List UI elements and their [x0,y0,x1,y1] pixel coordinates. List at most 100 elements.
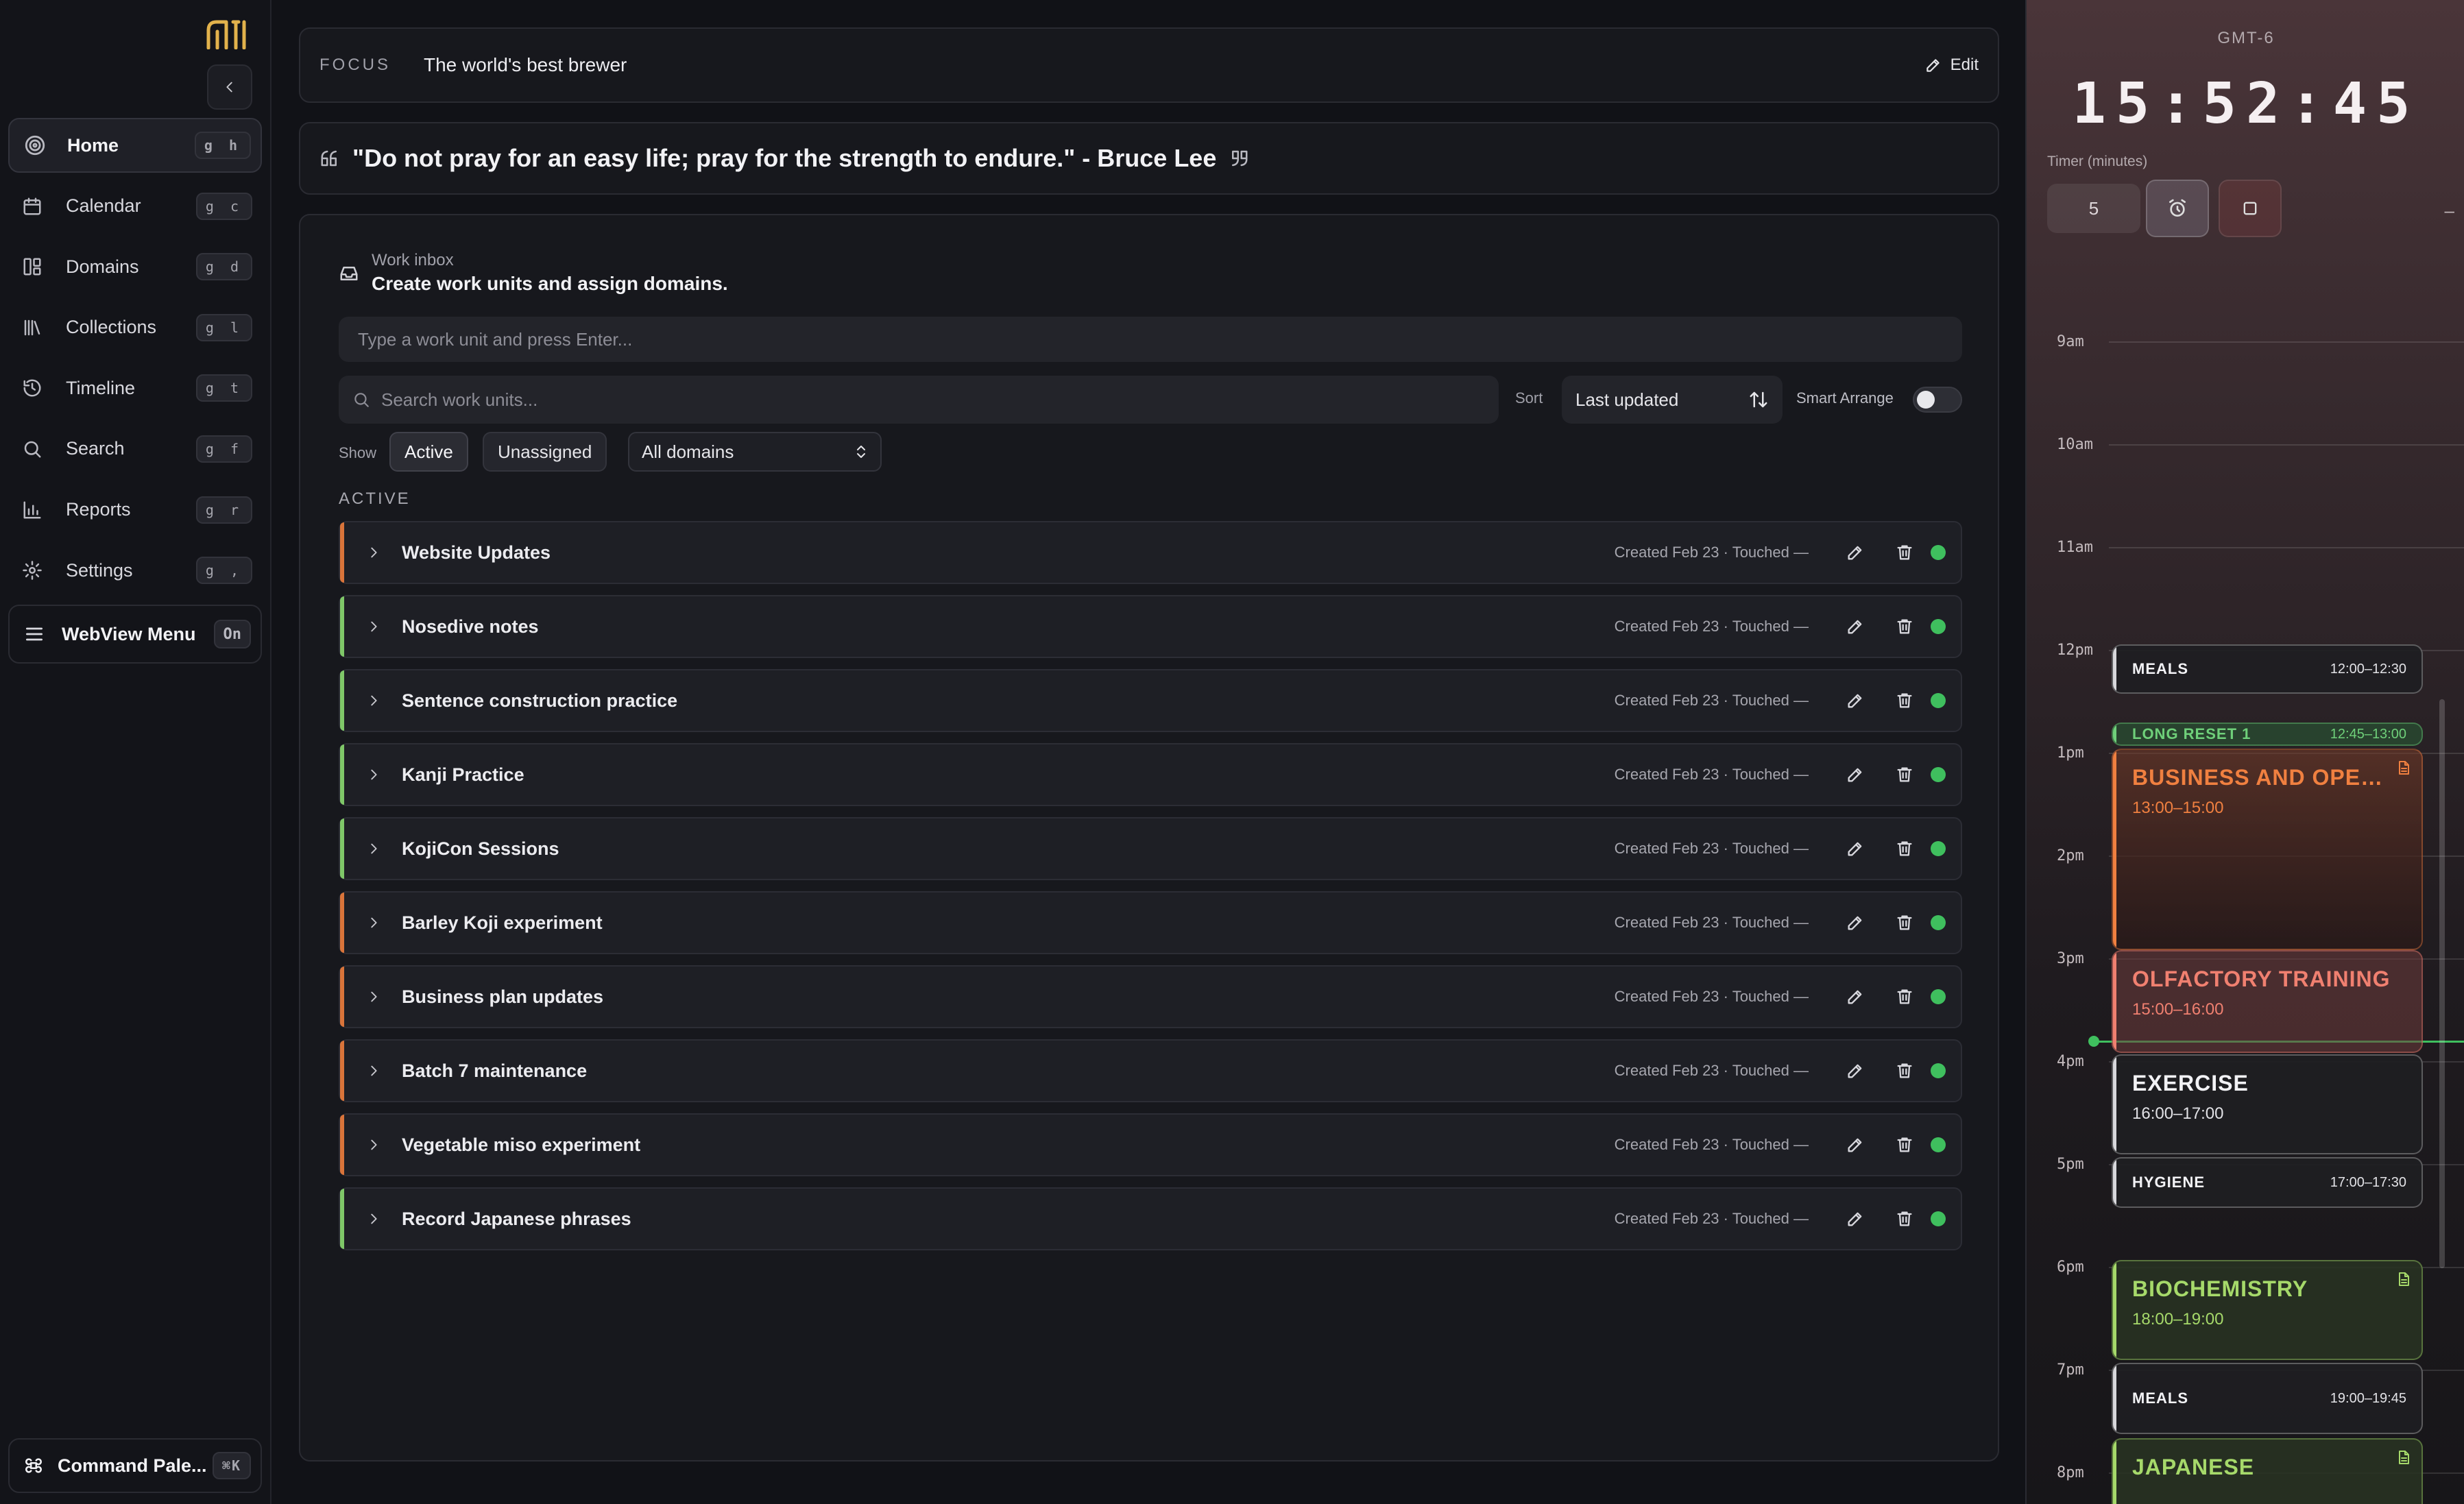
sidebar-item-search[interactable]: Search g f [8,422,262,476]
calendar-event[interactable]: EXERCISE 16:00–17:00 [2112,1054,2423,1154]
edit-focus-button[interactable]: Edit [1924,56,1979,75]
work-unit-row[interactable]: Batch 7 maintenance Created Feb 23 · Touc… [339,1039,1962,1102]
smart-arrange-toggle[interactable] [1913,387,1962,413]
chevron-right-icon[interactable] [363,915,384,930]
sidebar-item-timeline[interactable]: Timeline g t [8,361,262,415]
work-unit-row[interactable]: Kanji Practice Created Feb 23 · Touched — [339,743,1962,806]
event-edge [2113,1056,2116,1153]
work-unit-meta: Created Feb 23 · Touched — [1614,1210,1809,1227]
sidebar-item-home[interactable]: Home g h [8,118,262,173]
inbox-header: Work inbox Create work units and assign … [339,251,728,295]
calendar-event[interactable]: MEALS 19:00–19:45 [2112,1363,2423,1434]
pencil-icon[interactable] [1831,543,1880,562]
chevron-right-icon[interactable] [363,1137,384,1152]
search-icon [22,439,66,459]
calendar-event[interactable]: HYGIENE 17:00–17:30 [2112,1157,2423,1208]
sidebar-item-domains[interactable]: Domains g d [8,239,262,294]
new-work-unit-input[interactable] [339,317,1962,362]
sort-direction-icon[interactable] [1748,389,1769,410]
sidebar-item-settings[interactable]: Settings g , [8,543,262,598]
filter-unassigned-chip[interactable]: Unassigned [483,432,607,472]
work-unit-row[interactable]: Website Updates Created Feb 23 · Touched … [339,521,1962,584]
work-unit-row[interactable]: Record Japanese phrases Created Feb 23 · … [339,1187,1962,1250]
collapse-sidebar-button[interactable] [207,64,252,110]
hour-label: 5pm [2057,1156,2084,1173]
trash-icon[interactable] [1880,1209,1929,1228]
filter-active-chip[interactable]: Active [389,432,468,472]
domain-accent [340,818,344,879]
work-unit-row[interactable]: Barley Koji experiment Created Feb 23 · T… [339,891,1962,954]
timer-minutes-input[interactable]: 5 [2047,184,2140,233]
trash-icon[interactable] [1880,617,1929,636]
collapse-dash-icon[interactable]: – [2445,200,2454,221]
menu-icon [23,623,62,645]
sort-select[interactable]: Last updated [1562,376,1783,424]
calendar-event[interactable]: MEALS 12:00–12:30 [2112,644,2423,694]
work-unit-row[interactable]: Nosedive notes Created Feb 23 · Touched — [339,595,1962,658]
note-icon[interactable] [2395,1449,2412,1466]
command-palette-button[interactable]: Command Pale... ⌘K [8,1438,262,1493]
pencil-icon[interactable] [1831,691,1880,710]
work-unit-row[interactable]: Sentence construction practice Created Fe… [339,669,1962,732]
pencil-icon[interactable] [1831,1061,1880,1080]
pencil-icon [1924,56,1942,74]
section-title-active: ACTIVE [339,489,411,508]
sidebar-item-reports[interactable]: Reports g r [8,483,262,537]
pencil-icon[interactable] [1831,1135,1880,1154]
note-icon[interactable] [2395,1271,2412,1287]
calendar-event[interactable]: LONG RESET 1 12:45–13:00 [2112,723,2423,746]
chevron-right-icon[interactable] [363,989,384,1004]
clock-display: 15:52:45 [2072,71,2420,136]
sidebar-item-collections[interactable]: Collections g l [8,300,262,355]
command-icon [23,1455,58,1476]
pencil-icon[interactable] [1831,617,1880,636]
event-name: EXERCISE [2132,1071,2249,1095]
trash-icon[interactable] [1880,765,1929,784]
domain-accent [340,1041,344,1101]
calendar-event[interactable]: BIOCHEMISTRY 18:00–19:00 [2112,1260,2423,1360]
pencil-icon[interactable] [1831,1209,1880,1228]
chevron-right-icon[interactable] [363,545,384,560]
focus-bar: FOCUS The world's best brewer Edit [299,27,1999,103]
chevron-left-icon [222,80,237,95]
work-unit-row[interactable]: Vegetable miso experiment Created Feb 23 … [339,1113,1962,1176]
chevron-right-icon[interactable] [363,1211,384,1226]
calendar-event[interactable]: BUSINESS AND OPERATI... 13:00–15:00 [2112,749,2423,950]
hour-label: 11am [2057,539,2093,556]
chevron-right-icon[interactable] [363,1063,384,1078]
pencil-icon[interactable] [1831,913,1880,932]
schedule-scrollbar[interactable] [2439,699,2445,1268]
trash-icon[interactable] [1880,691,1929,710]
work-unit-row[interactable]: KojiCon Sessions Created Feb 23 · Touched… [339,817,1962,880]
work-unit-row[interactable]: Business plan updates Created Feb 23 · To… [339,965,1962,1028]
stop-timer-button[interactable] [2219,180,2282,237]
chevron-right-icon[interactable] [363,841,384,856]
quote-text: "Do not pray for an easy life; pray for … [352,144,1217,172]
app-logo[interactable] [206,19,250,49]
domain-accent [340,596,344,657]
trash-icon[interactable] [1880,1061,1929,1080]
pencil-icon[interactable] [1831,987,1880,1006]
search-input[interactable] [380,388,1485,411]
search-work-units[interactable] [339,376,1499,424]
chevron-right-icon[interactable] [363,693,384,708]
chevron-right-icon[interactable] [363,619,384,634]
trash-icon[interactable] [1880,913,1929,932]
calendar-event[interactable]: JAPANESE [2112,1438,2423,1504]
webview-menu-toggle[interactable]: WebView Menu On [8,605,262,664]
note-icon[interactable] [2395,760,2412,776]
domain-accent [340,670,344,731]
pencil-icon[interactable] [1831,839,1880,858]
trash-icon[interactable] [1880,987,1929,1006]
event-body: HYGIENE 17:00–17:30 [2113,1159,2421,1206]
sidebar-item-calendar[interactable]: Calendar g c [8,179,262,234]
pencil-icon[interactable] [1831,765,1880,784]
trash-icon[interactable] [1880,543,1929,562]
chevron-right-icon[interactable] [363,767,384,782]
calendar-event[interactable]: OLFACTORY TRAINING 15:00–16:00 [2112,950,2423,1053]
trash-icon[interactable] [1880,1135,1929,1154]
work-inbox-panel: Work inbox Create work units and assign … [299,214,1999,1461]
start-timer-button[interactable] [2146,180,2209,237]
domains-select[interactable]: All domains [628,432,882,472]
trash-icon[interactable] [1880,839,1929,858]
